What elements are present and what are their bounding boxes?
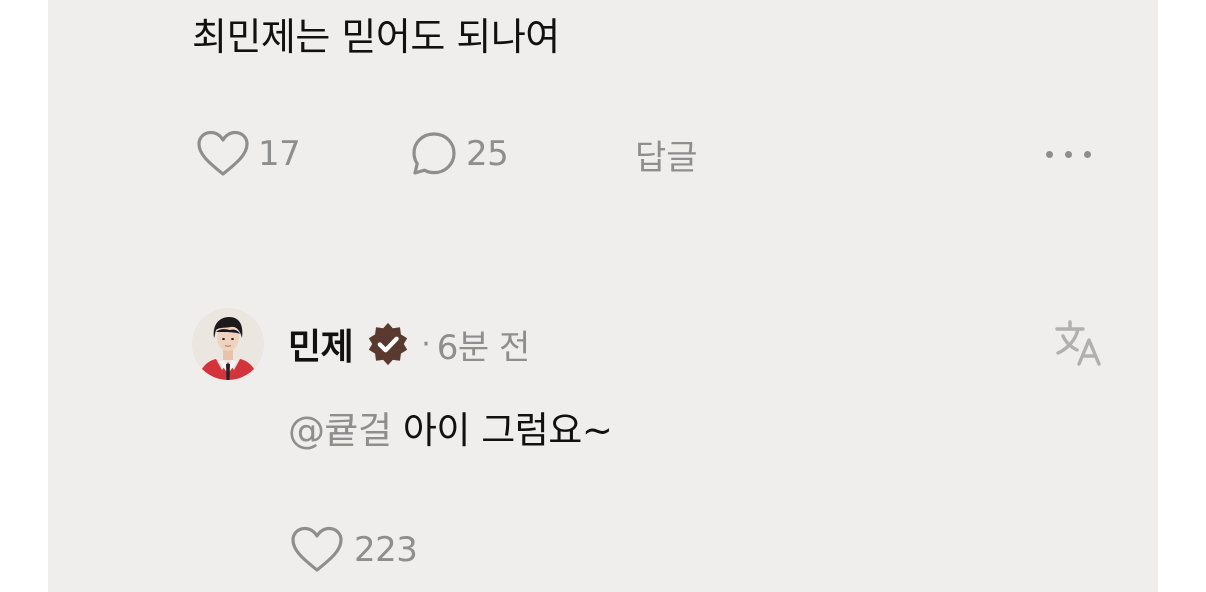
translate-button[interactable] [1053, 318, 1105, 370]
more-options-button[interactable] [1046, 128, 1091, 180]
comment-count: 25 [466, 134, 509, 174]
comment-bubble-icon [412, 132, 456, 175]
avatar-image [192, 308, 264, 380]
post-text: 최민제는 믿어도 되나여 [192, 15, 560, 59]
comment-button[interactable]: 25 [410, 128, 509, 180]
timestamp: 6분 전 [436, 327, 531, 368]
like-button[interactable]: 17 [196, 128, 301, 180]
reply-button[interactable]: 답글 [635, 128, 698, 180]
author-name[interactable]: 민제 [288, 318, 354, 370]
reply-like-count: 223 [354, 530, 418, 570]
verified-badge-icon [369, 322, 408, 366]
more-horizontal-icon [1046, 150, 1091, 158]
mention-link[interactable]: @큩걸 [288, 409, 392, 452]
avatar[interactable] [192, 308, 264, 380]
reply-body: 아이 그럼요~ [391, 409, 613, 452]
thread-card: 최민제는 믿어도 되나여 17 25 답글 민제 · 6분 전 @큩걸 아이 그… [48, 0, 1158, 592]
reply-text: @큩걸 아이 그럼요~ [288, 404, 613, 458]
like-count: 17 [258, 134, 301, 174]
reply-like-button[interactable]: 223 [290, 524, 418, 576]
heart-icon [197, 130, 249, 176]
reply-label: 답글 [635, 137, 698, 178]
post-action-row: 17 25 답글 [48, 128, 1158, 180]
reply-header: 민제 · 6분 전 [288, 318, 530, 370]
translate-icon [1055, 320, 1101, 366]
heart-icon [291, 526, 343, 572]
separator-dot: · [421, 326, 431, 362]
